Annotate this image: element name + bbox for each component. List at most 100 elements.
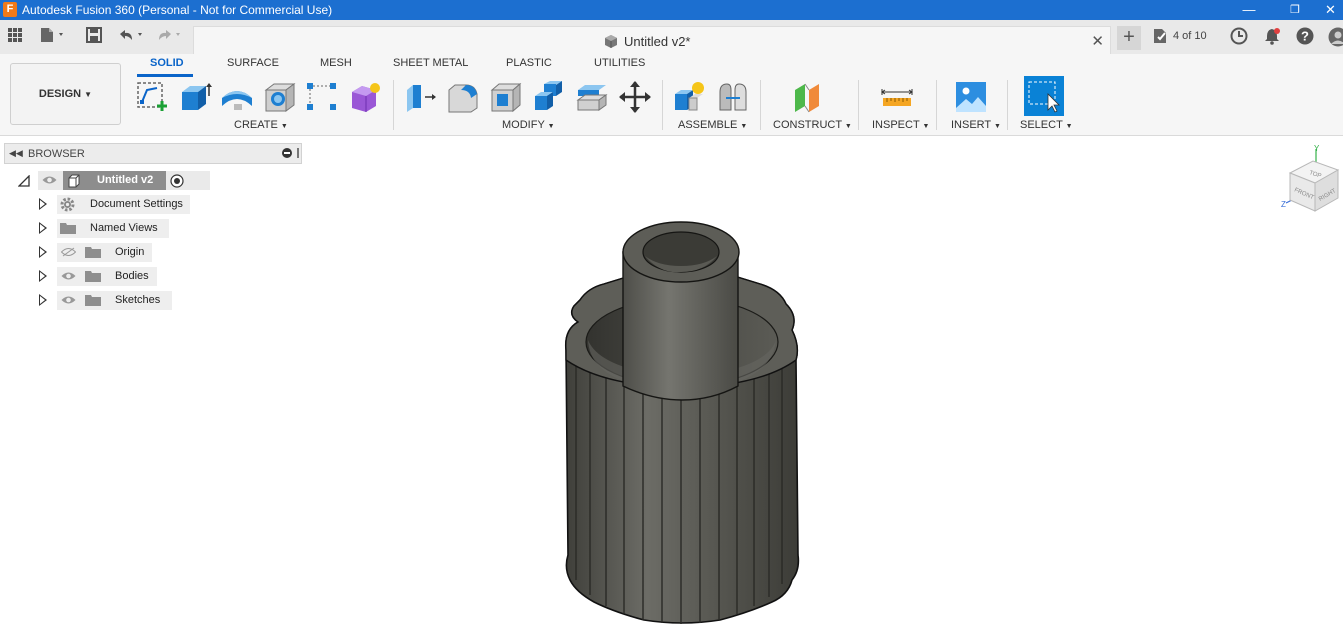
- tree-expanded-icon[interactable]: [18, 175, 30, 187]
- notifications-bell-icon[interactable]: [1262, 27, 1282, 47]
- restore-button[interactable]: ❐: [1272, 0, 1318, 20]
- folder-icon: [60, 223, 76, 234]
- visibility-eye-icon[interactable]: [61, 295, 76, 305]
- close-window-button[interactable]: ✕: [1318, 0, 1343, 20]
- tab-sheet-metal[interactable]: SHEET METAL: [393, 57, 468, 69]
- browser-item-bodies[interactable]: Bodies: [37, 267, 197, 286]
- folder-icon: [85, 295, 101, 306]
- user-avatar-icon[interactable]: [1328, 27, 1343, 47]
- named-views-label: Named Views: [90, 222, 158, 234]
- toolbar-separator: [1007, 80, 1008, 130]
- tab-mesh[interactable]: MESH: [320, 57, 352, 69]
- file-menu-icon[interactable]: [38, 27, 68, 47]
- assemble-group-label[interactable]: ASSEMBLE ▼: [678, 119, 747, 131]
- press-pull-icon[interactable]: [403, 80, 437, 114]
- tab-utilities[interactable]: UTILITIES: [594, 57, 645, 69]
- ribbon-toolbar: DESIGN ▼ SOLID SURFACE MESH SHEET METAL …: [0, 54, 1343, 136]
- save-icon[interactable]: [84, 27, 104, 47]
- tab-plastic[interactable]: PLASTIC: [506, 57, 552, 69]
- clock-history-icon[interactable]: [1229, 27, 1249, 47]
- panel-resize-handle-icon[interactable]: [297, 148, 299, 158]
- component-box-icon: [68, 174, 80, 188]
- replace-face-icon[interactable]: [575, 80, 609, 114]
- tree-collapsed-icon[interactable]: [39, 270, 47, 282]
- viewcube-z-axis-label: Z: [1281, 200, 1286, 209]
- create-sketch-icon[interactable]: [135, 80, 169, 114]
- redo-icon[interactable]: [155, 27, 187, 47]
- insert-group-label[interactable]: INSERT ▼: [951, 119, 1001, 131]
- minimize-button[interactable]: —: [1226, 0, 1272, 20]
- combine-icon[interactable]: [532, 80, 566, 114]
- new-tab-plus-icon[interactable]: +: [1117, 26, 1141, 50]
- inspect-group-label[interactable]: INSPECT ▼: [872, 119, 929, 131]
- viewcube[interactable]: Y Z TOP FRONT RIGHT: [1276, 143, 1343, 223]
- minus-circle-icon[interactable]: [282, 148, 292, 158]
- tab-solid[interactable]: SOLID: [150, 57, 184, 69]
- browser-root-row[interactable]: Untitled v2: [18, 171, 210, 190]
- document-tab[interactable]: Untitled v2* ✕: [193, 26, 1111, 54]
- visibility-eye-icon[interactable]: [42, 175, 57, 185]
- extrude-icon[interactable]: [178, 80, 212, 114]
- create-group-label[interactable]: CREATE ▼: [234, 119, 288, 131]
- data-panel-grid-icon[interactable]: [5, 27, 25, 47]
- svg-text:?: ?: [1301, 29, 1309, 44]
- bodies-label: Bodies: [115, 270, 149, 282]
- create-form-icon[interactable]: [348, 80, 382, 114]
- browser-item-origin[interactable]: Origin: [37, 243, 197, 262]
- tree-collapsed-icon[interactable]: [39, 246, 47, 258]
- new-component-icon[interactable]: [672, 80, 706, 114]
- job-status-count[interactable]: 4 of 10: [1173, 30, 1207, 42]
- select-window-icon[interactable]: [1024, 76, 1064, 116]
- tree-collapsed-icon[interactable]: [39, 222, 47, 234]
- insert-image-icon[interactable]: [954, 80, 988, 114]
- gear-icon: [60, 197, 75, 212]
- help-icon[interactable]: ?: [1295, 27, 1315, 47]
- browser-item-document-settings[interactable]: Document Settings: [37, 195, 197, 214]
- model-canvas-view[interactable]: [560, 210, 805, 627]
- workspace-switcher-button[interactable]: DESIGN ▼: [10, 63, 121, 125]
- tree-collapsed-icon[interactable]: [39, 294, 47, 306]
- visibility-eye-icon[interactable]: [61, 271, 76, 281]
- tab-surface[interactable]: SURFACE: [227, 57, 279, 69]
- browser-panel-header[interactable]: ◀◀ BROWSER: [4, 143, 302, 164]
- job-status-icon[interactable]: [1152, 27, 1170, 47]
- close-tab-icon[interactable]: ✕: [1091, 32, 1104, 50]
- active-tab-indicator: [137, 74, 193, 77]
- sketches-label: Sketches: [115, 294, 161, 306]
- toolbar-separator: [760, 80, 761, 130]
- activate-radio-icon[interactable]: [170, 174, 184, 188]
- modify-group-label[interactable]: MODIFY ▼: [502, 119, 555, 131]
- origin-label: Origin: [115, 246, 145, 258]
- toolbar-separator: [393, 80, 394, 130]
- toolbar-separator: [662, 80, 663, 130]
- folder-icon: [85, 271, 101, 282]
- browser-root-label: Untitled v2: [97, 174, 154, 186]
- shell-icon[interactable]: [489, 80, 523, 114]
- move-copy-icon[interactable]: [618, 80, 652, 114]
- toolbar-separator: [858, 80, 859, 130]
- browser-item-sketches[interactable]: Sketches: [37, 291, 197, 310]
- offset-plane-icon[interactable]: [791, 80, 825, 114]
- workspace-label: DESIGN: [38, 88, 82, 100]
- joint-icon[interactable]: [716, 80, 750, 114]
- caret-down-icon: ▼: [84, 90, 93, 99]
- undo-icon[interactable]: [116, 27, 148, 47]
- browser-item-named-views[interactable]: Named Views: [37, 219, 197, 238]
- viewcube-y-axis-label: Y: [1314, 144, 1320, 153]
- hole-icon[interactable]: [263, 80, 297, 114]
- fillet-icon[interactable]: [446, 80, 480, 114]
- pattern-icon[interactable]: [305, 80, 339, 114]
- hidden-eye-icon[interactable]: [61, 247, 76, 257]
- select-group-label[interactable]: SELECT ▼: [1020, 119, 1073, 131]
- revolve-icon[interactable]: [220, 80, 254, 114]
- measure-icon[interactable]: [880, 80, 914, 114]
- toolbar-separator: [936, 80, 937, 130]
- tree-collapsed-icon[interactable]: [39, 198, 47, 210]
- construct-group-label[interactable]: CONSTRUCT ▼: [773, 119, 852, 131]
- folder-icon: [85, 247, 101, 258]
- browser-title: BROWSER: [28, 148, 85, 160]
- collapse-panel-icon[interactable]: ◀◀: [9, 148, 23, 159]
- window-title: Autodesk Fusion 360 (Personal - Not for …: [22, 3, 333, 17]
- document-tab-title: Untitled v2*: [624, 34, 691, 49]
- title-bar: F Autodesk Fusion 360 (Personal - Not fo…: [0, 0, 1343, 20]
